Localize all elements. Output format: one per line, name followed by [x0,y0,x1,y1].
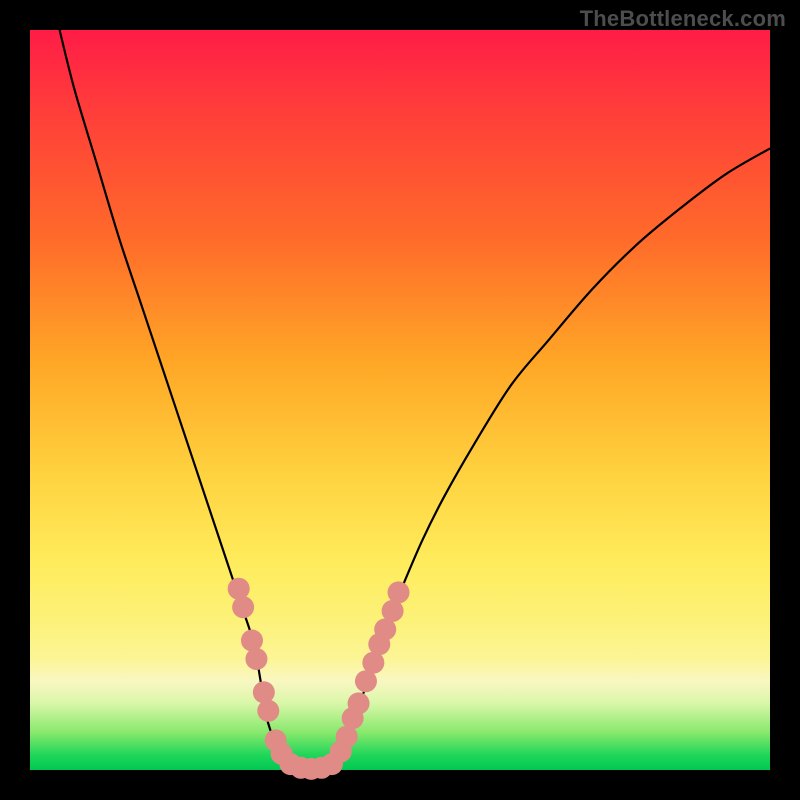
marker-point [241,630,263,652]
marker-group [228,578,410,780]
plot-area [30,30,770,770]
marker-point [232,596,254,618]
watermark-text: TheBottleneck.com [580,6,786,32]
chart-canvas: TheBottleneck.com [0,0,800,800]
marker-point [253,681,275,703]
marker-point [245,648,267,670]
marker-point [388,581,410,603]
marker-point [348,692,370,714]
marker-point [257,700,279,722]
marker-point [228,578,250,600]
curve-layer [30,30,770,770]
bottleneck-curve [60,30,770,769]
